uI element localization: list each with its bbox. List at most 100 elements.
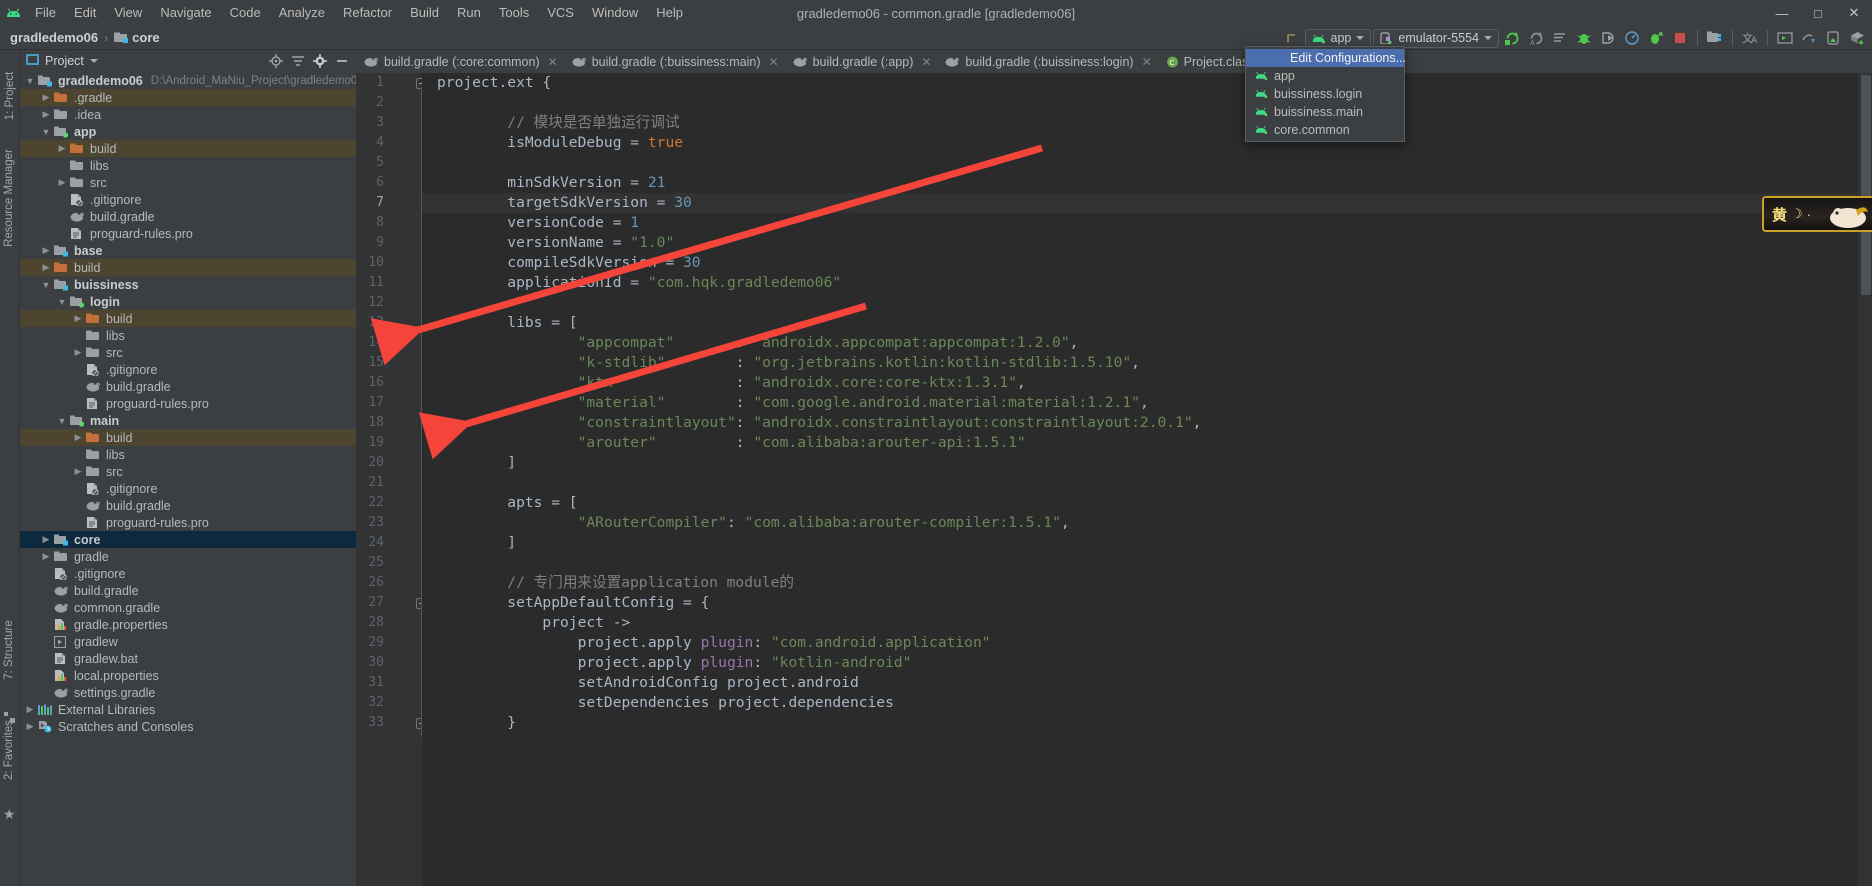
tree-item-libs[interactable]: libs bbox=[20, 157, 356, 174]
chevron-right-icon[interactable]: ▶ bbox=[56, 143, 68, 154]
code-line[interactable] bbox=[422, 473, 1872, 493]
tree-item-src[interactable]: ▶ src bbox=[20, 463, 356, 480]
menu-navigate[interactable]: Navigate bbox=[151, 0, 220, 26]
editor-tab-build-gradle-app-[interactable]: build.gradle (:app) ✕ bbox=[785, 50, 938, 73]
tree-item--gitignore[interactable]: .gitignore bbox=[20, 565, 356, 582]
tree-item-libs[interactable]: libs bbox=[20, 327, 356, 344]
tree-item-proguard-rules-pro[interactable]: proguard-rules.pro bbox=[20, 225, 356, 242]
menu-view[interactable]: View bbox=[105, 0, 151, 26]
chevron-right-icon[interactable]: ▶ bbox=[72, 466, 84, 477]
menu-help[interactable]: Help bbox=[647, 0, 692, 26]
menu-refactor[interactable]: Refactor bbox=[334, 0, 401, 26]
close-tab-icon[interactable]: ✕ bbox=[1142, 55, 1152, 69]
apply-changes-icon[interactable] bbox=[1645, 27, 1667, 49]
chevron-down-icon[interactable]: ▼ bbox=[40, 127, 52, 137]
stop-icon[interactable] bbox=[1669, 27, 1691, 49]
code-line[interactable]: setDependencies project.dependencies bbox=[422, 693, 1872, 713]
close-button[interactable]: ✕ bbox=[1836, 0, 1872, 26]
code-line[interactable]: // 专门用来设置application module的 bbox=[422, 573, 1872, 593]
avd-manager-icon[interactable]: A bbox=[1525, 27, 1547, 49]
code-line[interactable]: apts = [ bbox=[422, 493, 1872, 513]
code-line[interactable]: setAndroidConfig project.android bbox=[422, 673, 1872, 693]
code-line[interactable]: isModuleDebug = true bbox=[422, 133, 1872, 153]
close-tab-icon[interactable]: ✕ bbox=[921, 55, 931, 69]
tree-item-gradlew[interactable]: gradlew bbox=[20, 633, 356, 650]
code-line[interactable]: versionName = "1.0" bbox=[422, 233, 1872, 253]
chevron-down-icon[interactable]: ▼ bbox=[24, 76, 36, 86]
close-tab-icon[interactable]: ✕ bbox=[769, 55, 779, 69]
menu-run[interactable]: Run bbox=[448, 0, 490, 26]
editor-tab-bar[interactable]: build.gradle (:core:common) ✕ build.gradle… bbox=[356, 50, 1872, 73]
tree-item-build-gradle[interactable]: build.gradle bbox=[20, 582, 356, 599]
tree-item-gradle[interactable]: ▶ gradle bbox=[20, 548, 356, 565]
run-configuration-selector[interactable]: app bbox=[1304, 28, 1372, 48]
tree-item-settings-gradle[interactable]: settings.gradle bbox=[20, 684, 356, 701]
collapse-all-icon[interactable] bbox=[288, 51, 308, 71]
tree-item-external-libraries[interactable]: ▶ External Libraries bbox=[20, 701, 356, 718]
breadcrumb-current[interactable]: core bbox=[132, 30, 159, 45]
chevron-right-icon[interactable]: ▶ bbox=[40, 109, 52, 120]
tree-item-libs[interactable]: libs bbox=[20, 446, 356, 463]
code-line[interactable]: setAppDefaultConfig = { bbox=[422, 593, 1872, 613]
run-config-item-app[interactable]: app bbox=[1246, 67, 1404, 85]
close-tab-icon[interactable]: ✕ bbox=[548, 55, 558, 69]
sdk-manager-icon[interactable] bbox=[1704, 27, 1726, 49]
code-line[interactable]: targetSdkVersion = 30 bbox=[422, 193, 1872, 213]
tree-item--gitignore[interactable]: .gitignore bbox=[20, 361, 356, 378]
tree-item-build[interactable]: ▶ build bbox=[20, 429, 356, 446]
menu-file[interactable]: File bbox=[26, 0, 65, 26]
tree-item-gradle-properties[interactable]: gradle.properties bbox=[20, 616, 356, 633]
menu-code[interactable]: Code bbox=[221, 0, 270, 26]
chevron-right-icon[interactable]: ▶ bbox=[24, 704, 36, 715]
code-line[interactable]: // 模块是否单独运行调试 bbox=[422, 113, 1872, 133]
tree-item-app[interactable]: ▼ app bbox=[20, 123, 356, 140]
chevron-down-icon[interactable] bbox=[89, 59, 98, 63]
scrollbar-thumb[interactable] bbox=[1861, 75, 1871, 295]
tree-item-build-gradle[interactable]: build.gradle bbox=[20, 497, 356, 514]
tree-item-common-gradle[interactable]: common.gradle bbox=[20, 599, 356, 616]
chevron-down-icon[interactable]: ▼ bbox=[40, 280, 52, 290]
tree-item-main[interactable]: ▼ main bbox=[20, 412, 356, 429]
menu-tools[interactable]: Tools bbox=[490, 0, 538, 26]
logcat-icon[interactable] bbox=[1822, 27, 1844, 49]
code-line[interactable]: project.apply plugin: "com.android.appli… bbox=[422, 633, 1872, 653]
code-line[interactable] bbox=[422, 93, 1872, 113]
tree-item-proguard-rules-pro[interactable]: proguard-rules.pro bbox=[20, 395, 356, 412]
code-line[interactable]: project -> bbox=[422, 613, 1872, 633]
code-line[interactable]: ] bbox=[422, 453, 1872, 473]
maximize-button[interactable]: □ bbox=[1800, 0, 1836, 26]
chevron-right-icon[interactable]: ▶ bbox=[40, 262, 52, 273]
window-controls[interactable]: — □ ✕ bbox=[1764, 0, 1872, 26]
run-icon[interactable] bbox=[1549, 27, 1571, 49]
code-line[interactable]: } bbox=[422, 713, 1872, 733]
code-line[interactable]: applicationId = "com.hqk.gradledemo06" bbox=[422, 273, 1872, 293]
attach-debugger-icon[interactable] bbox=[1597, 27, 1619, 49]
editor-gutter[interactable]: 1 2 3 4 5 6 7 8 9 10 11 12 13 14 15 16 17 18 19 20 21 22 23 24 2… bbox=[356, 73, 427, 886]
breadcrumb-root[interactable]: gradledemo06 bbox=[10, 30, 98, 45]
tree-item-buissiness[interactable]: ▼ buissiness bbox=[20, 276, 356, 293]
code-line[interactable]: "appcompat" : "androidx.appcompat:appcom… bbox=[422, 333, 1872, 353]
editor-scrollbar[interactable] bbox=[1858, 73, 1872, 886]
code-line[interactable]: "material" : "com.google.android.materia… bbox=[422, 393, 1872, 413]
tree-item-build[interactable]: ▶ build bbox=[20, 140, 356, 157]
chevron-down-icon[interactable]: ▼ bbox=[56, 297, 68, 307]
code-line[interactable] bbox=[422, 293, 1872, 313]
tree-item-src[interactable]: ▶ src bbox=[20, 174, 356, 191]
menu-build[interactable]: Build bbox=[401, 0, 448, 26]
tree-item-build[interactable]: ▶ build bbox=[20, 310, 356, 327]
editor-tab-build-gradle-core-common-[interactable]: build.gradle (:core:common) ✕ bbox=[356, 50, 564, 73]
tree-item-src[interactable]: ▶ src bbox=[20, 344, 356, 361]
locate-icon[interactable] bbox=[266, 51, 286, 71]
code-line[interactable] bbox=[422, 553, 1872, 573]
editor-tab-build-gradle-buissiness-main-[interactable]: build.gradle (:buissiness:main) ✕ bbox=[564, 50, 785, 73]
code-line[interactable]: "constraintlayout": "androidx.constraint… bbox=[422, 413, 1872, 433]
tree-item-base[interactable]: ▶ base bbox=[20, 242, 356, 259]
chevron-right-icon[interactable]: ▶ bbox=[72, 347, 84, 358]
minimize-button[interactable]: — bbox=[1764, 0, 1800, 26]
code-line[interactable]: "ktx" : "androidx.core:core-ktx:1.3.1", bbox=[422, 373, 1872, 393]
settings-gear-icon[interactable] bbox=[310, 51, 330, 71]
tree-item--gitignore[interactable]: .gitignore bbox=[20, 480, 356, 497]
sync-gradle-icon[interactable] bbox=[1501, 27, 1523, 49]
tree-item-gradledemo06[interactable]: ▼ gradledemo06 D:\Android_MaNiu_Project\gr… bbox=[20, 72, 356, 89]
menu-window[interactable]: Window bbox=[583, 0, 647, 26]
